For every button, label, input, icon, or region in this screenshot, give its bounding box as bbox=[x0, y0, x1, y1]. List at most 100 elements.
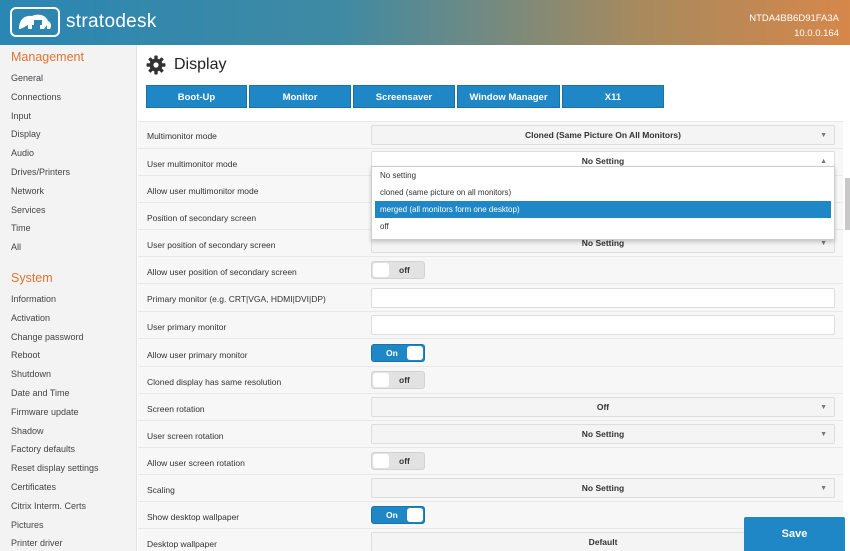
input-primary-monitor[interactable] bbox=[371, 288, 835, 308]
row-desktop-wallpaper: Desktop wallpaper Default bbox=[138, 528, 843, 551]
tab-screensaver[interactable]: Screensaver bbox=[353, 85, 455, 108]
chevron-down-icon: ▼ bbox=[820, 485, 827, 492]
row-user-primary-monitor: User primary monitor bbox=[138, 311, 843, 338]
scrollbar-thumb[interactable] bbox=[845, 178, 850, 230]
management-list: General Connections Input Display Audio … bbox=[0, 69, 137, 257]
select-user-multimonitor-mode-value: No Setting bbox=[581, 156, 625, 166]
sidebar-item-all[interactable]: All bbox=[0, 238, 137, 257]
sidebar-item-firmware-update[interactable]: Firmware update bbox=[0, 403, 137, 422]
label-screen-rotation: Screen rotation bbox=[147, 404, 205, 414]
sidebar-item-shadow[interactable]: Shadow bbox=[0, 422, 137, 441]
chevron-down-icon: ▼ bbox=[820, 404, 827, 411]
toggle-allow-user-primary-monitor[interactable]: On bbox=[371, 344, 425, 362]
row-cloned-same-resolution: Cloned display has same resolution off bbox=[138, 366, 843, 393]
dropdown-option-cloned[interactable]: cloned (same picture on all monitors) bbox=[372, 184, 834, 201]
sidebar-item-display[interactable]: Display bbox=[0, 125, 137, 144]
sidebar-item-pictures[interactable]: Pictures bbox=[0, 516, 137, 535]
toggle-state: off bbox=[399, 375, 410, 385]
sidebar-item-reset-display-settings[interactable]: Reset display settings bbox=[0, 459, 137, 478]
select-screen-rotation[interactable]: Off ▼ bbox=[371, 397, 835, 417]
row-scaling: Scaling No Setting ▼ bbox=[138, 474, 843, 501]
toggle-knob bbox=[407, 346, 423, 360]
gear-icon bbox=[146, 55, 166, 75]
sidebar-item-shutdown[interactable]: Shutdown bbox=[0, 365, 137, 384]
input-user-primary-monitor[interactable] bbox=[371, 315, 835, 335]
toggle-cloned-same-resolution[interactable]: off bbox=[371, 371, 425, 389]
dropdown-option-merged[interactable]: merged (all monitors form one desktop) bbox=[375, 201, 831, 218]
sidebar-item-connections[interactable]: Connections bbox=[0, 88, 137, 107]
toggle-show-desktop-wallpaper[interactable]: On bbox=[371, 506, 425, 524]
label-cloned-same-resolution: Cloned display has same resolution bbox=[147, 377, 282, 387]
select-desktop-wallpaper-value: Default bbox=[588, 537, 618, 547]
select-screen-rotation-value: Off bbox=[596, 402, 610, 412]
sidebar-item-certificates[interactable]: Certificates bbox=[0, 478, 137, 497]
dropdown-option-no-setting[interactable]: No setting bbox=[372, 167, 834, 184]
select-user-screen-rotation[interactable]: No Setting ▼ bbox=[371, 424, 835, 444]
sidebar-section-management: Management bbox=[11, 50, 84, 64]
tab-monitor[interactable]: Monitor bbox=[249, 85, 351, 108]
sidebar-item-time[interactable]: Time bbox=[0, 219, 137, 238]
sidebar-item-information[interactable]: Information bbox=[0, 290, 137, 309]
row-allow-user-position-secondary: Allow user position of secondary screen … bbox=[138, 256, 843, 283]
label-user-position-secondary-screen: User position of secondary screen bbox=[147, 240, 276, 250]
select-scaling[interactable]: No Setting ▼ bbox=[371, 478, 835, 498]
row-show-desktop-wallpaper: Show desktop wallpaper On bbox=[138, 501, 843, 528]
row-user-screen-rotation: User screen rotation No Setting ▼ bbox=[138, 420, 843, 447]
sidebar-item-network[interactable]: Network bbox=[0, 182, 137, 201]
tab-window-manager[interactable]: Window Manager bbox=[457, 85, 560, 108]
chevron-down-icon: ▼ bbox=[820, 431, 827, 438]
device-ip: 10.0.0.164 bbox=[794, 28, 839, 39]
toggle-allow-user-position-secondary[interactable]: off bbox=[371, 261, 425, 279]
label-user-screen-rotation: User screen rotation bbox=[147, 431, 224, 441]
row-multimonitor-mode: Multimonitor mode Cloned (Same Picture O… bbox=[138, 121, 843, 148]
chevron-down-icon: ▼ bbox=[820, 132, 827, 139]
device-id: NTDA4BB6D91FA3A bbox=[749, 13, 839, 24]
row-screen-rotation: Screen rotation Off ▼ bbox=[138, 393, 843, 420]
sidebar-item-factory-defaults[interactable]: Factory defaults bbox=[0, 440, 137, 459]
label-position-secondary-screen: Position of secondary screen bbox=[147, 213, 257, 223]
sidebar-item-audio[interactable]: Audio bbox=[0, 144, 137, 163]
sidebar-item-printer-driver[interactable]: Printer driver bbox=[0, 534, 137, 551]
sidebar-item-input[interactable]: Input bbox=[0, 107, 137, 126]
tab-x11[interactable]: X11 bbox=[562, 85, 664, 108]
sidebar-item-activation[interactable]: Activation bbox=[0, 309, 137, 328]
save-button[interactable]: Save bbox=[744, 517, 845, 551]
dropdown-option-off[interactable]: off bbox=[372, 218, 834, 235]
label-allow-user-position-secondary: Allow user position of secondary screen bbox=[147, 267, 297, 277]
label-show-desktop-wallpaper: Show desktop wallpaper bbox=[147, 512, 240, 522]
toggle-state: On bbox=[386, 510, 398, 520]
select-multimonitor-mode[interactable]: Cloned (Same Picture On All Monitors) ▼ bbox=[371, 125, 835, 145]
label-allow-user-multimonitor-mode: Allow user multimonitor mode bbox=[147, 186, 259, 196]
label-primary-monitor: Primary monitor (e.g. CRT|VGA, HDMI|DVI|… bbox=[147, 294, 326, 304]
label-multimonitor-mode: Multimonitor mode bbox=[147, 131, 217, 141]
logo[interactable]: stratodesk bbox=[10, 7, 157, 37]
sidebar-item-general[interactable]: General bbox=[0, 69, 137, 88]
sidebar-item-citrix-interm-certs[interactable]: Citrix Interm. Certs bbox=[0, 497, 137, 516]
toggle-state: off bbox=[399, 265, 410, 275]
sidebar-item-services[interactable]: Services bbox=[0, 201, 137, 220]
sidebar-section-system: System bbox=[11, 271, 53, 285]
page-title-text: Display bbox=[174, 56, 227, 73]
sidebar-item-drives-printers[interactable]: Drives/Printers bbox=[0, 163, 137, 182]
label-user-primary-monitor: User primary monitor bbox=[147, 322, 227, 332]
tab-bar: Boot-Up Monitor Screensaver Window Manag… bbox=[146, 85, 666, 108]
sidebar-item-reboot[interactable]: Reboot bbox=[0, 346, 137, 365]
system-list: Information Activation Change password R… bbox=[0, 290, 137, 551]
tab-boot-up[interactable]: Boot-Up bbox=[146, 85, 247, 108]
row-allow-user-screen-rotation: Allow user screen rotation off bbox=[138, 447, 843, 474]
toggle-allow-user-screen-rotation[interactable]: off bbox=[371, 452, 425, 470]
toggle-state: On bbox=[386, 348, 398, 358]
toggle-knob bbox=[373, 263, 389, 277]
toggle-knob bbox=[373, 373, 389, 387]
row-allow-user-primary-monitor: Allow user primary monitor On bbox=[138, 338, 843, 366]
sidebar-item-change-password[interactable]: Change password bbox=[0, 328, 137, 347]
sidebar-item-date-and-time[interactable]: Date and Time bbox=[0, 384, 137, 403]
page-title: Display bbox=[146, 55, 226, 75]
main-content: Display Boot-Up Monitor Screensaver Wind… bbox=[138, 45, 850, 551]
label-scaling: Scaling bbox=[147, 485, 175, 495]
app-header: stratodesk NTDA4BB6D91FA3A 10.0.0.164 bbox=[0, 0, 850, 45]
select-multimonitor-mode-value: Cloned (Same Picture On All Monitors) bbox=[524, 130, 681, 140]
sidebar: Management General Connections Input Dis… bbox=[0, 45, 137, 551]
toggle-knob bbox=[373, 454, 389, 468]
multimonitor-dropdown-list: No setting cloned (same picture on all m… bbox=[371, 166, 835, 240]
